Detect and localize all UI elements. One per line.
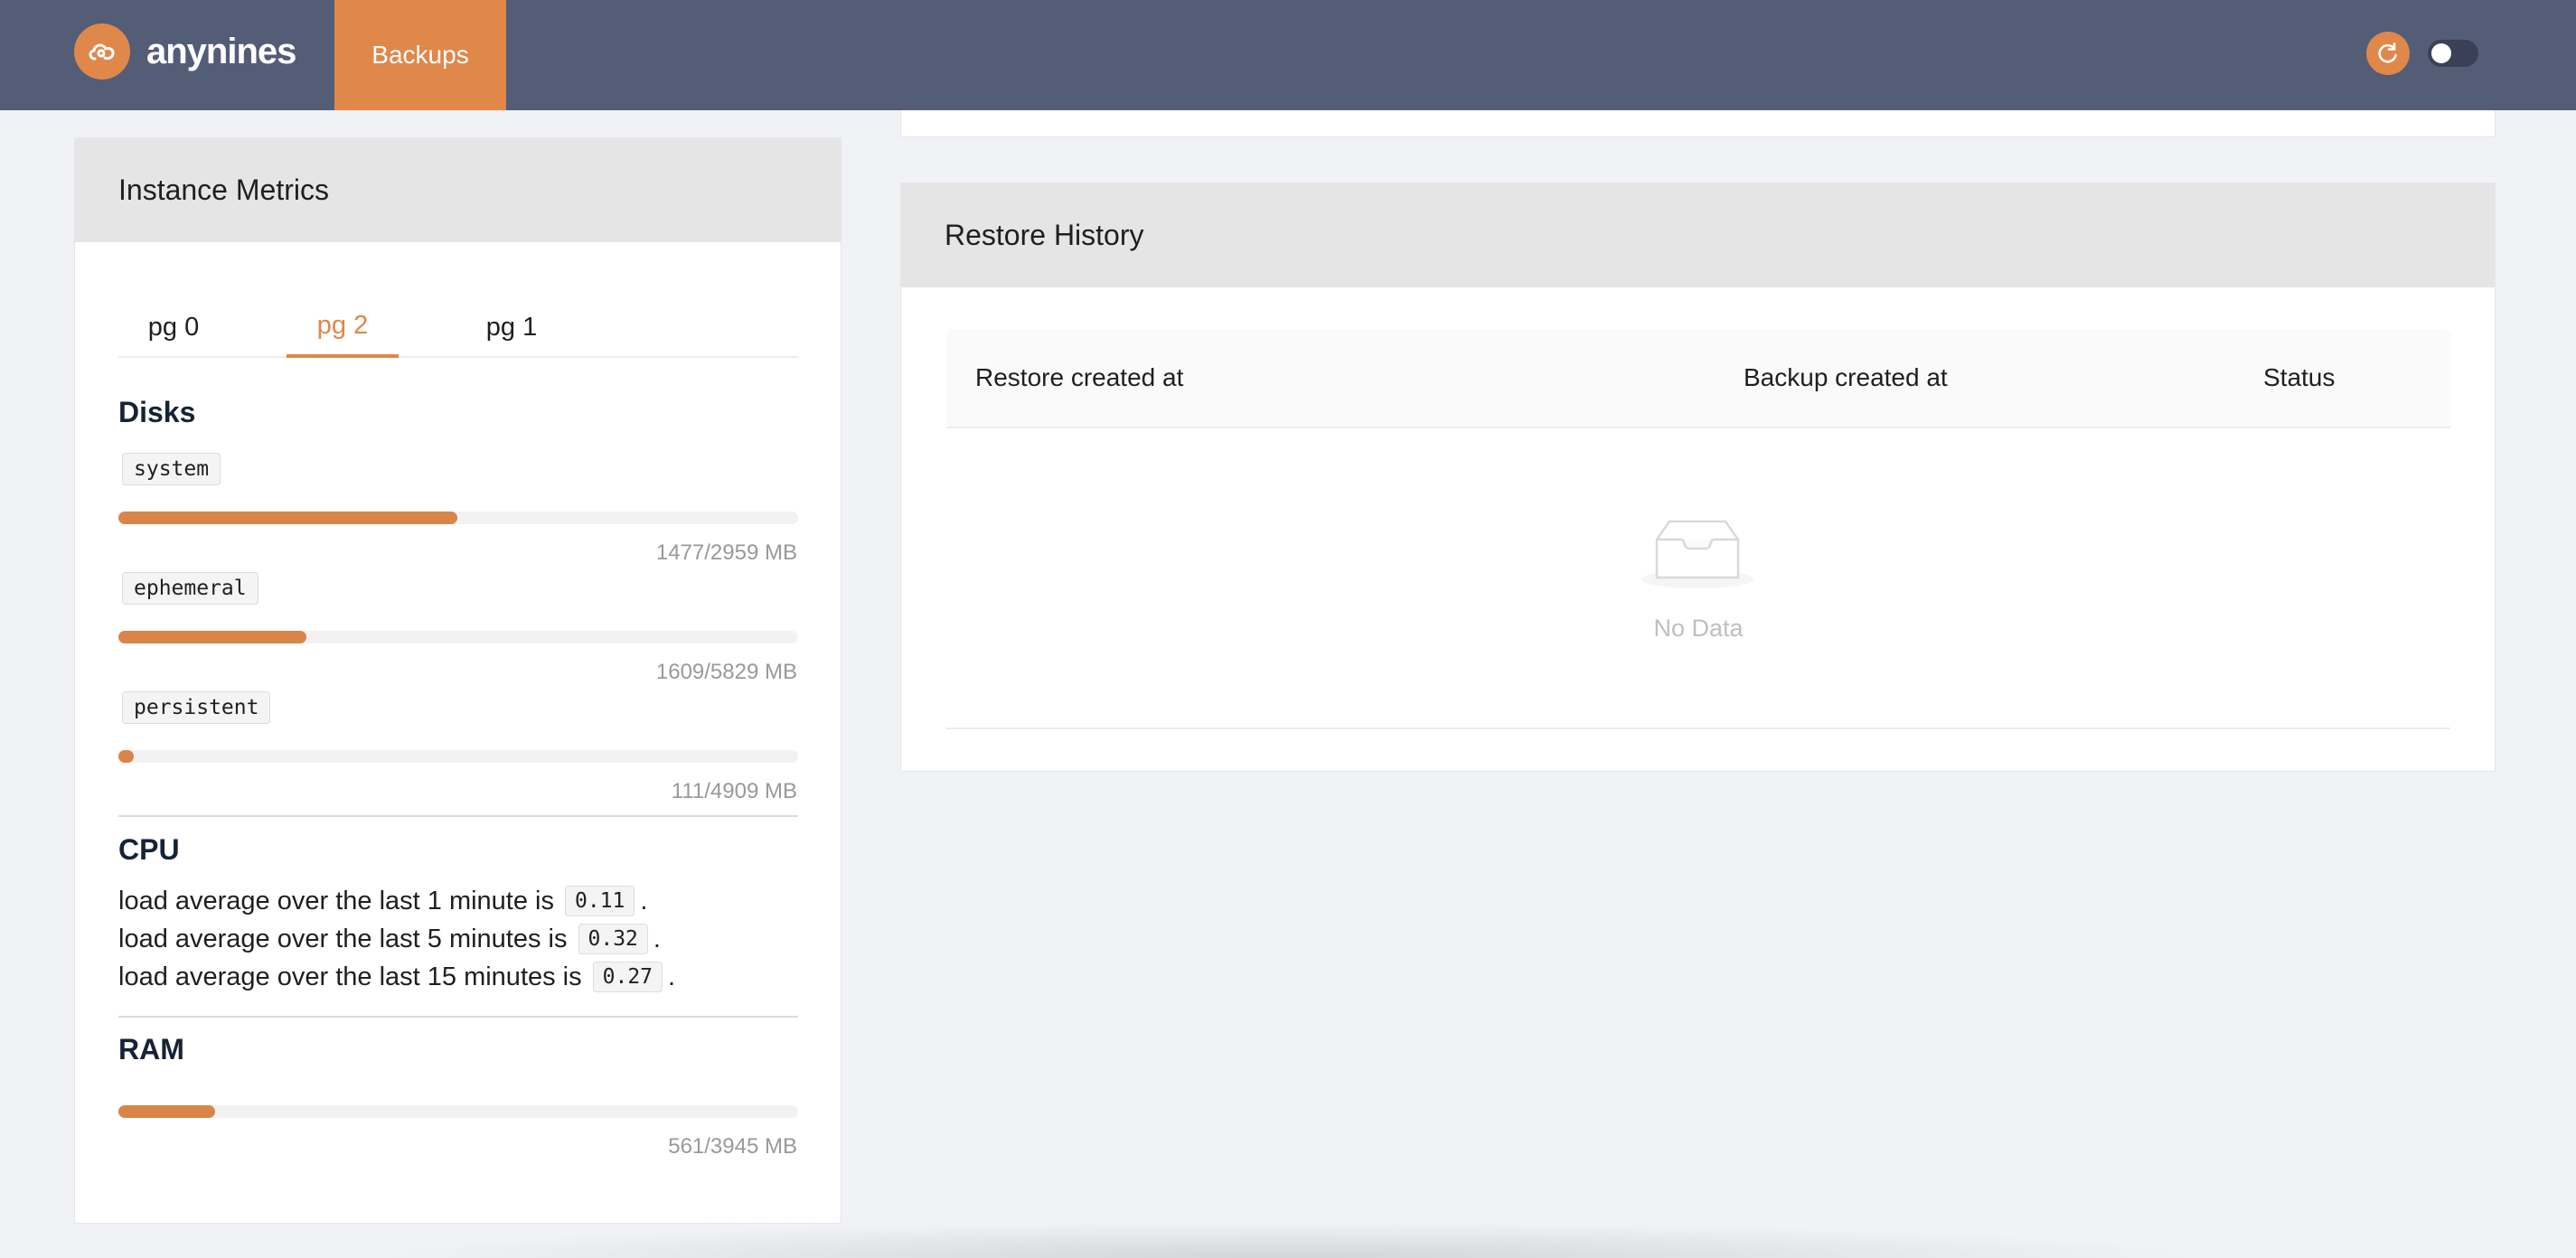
- tab-bar: pg 0 pg 2 pg 1: [118, 296, 798, 358]
- cpu-load-5min: load average over the last 5 minutes is …: [118, 924, 661, 954]
- cpu-heading: CPU: [118, 833, 180, 866]
- section-divider: [118, 815, 798, 817]
- disk-name-ephemeral: ephemeral: [122, 572, 259, 605]
- disk-progress-ephemeral: [118, 631, 798, 643]
- inbox-icon: [1639, 514, 1756, 595]
- tab-pg-0[interactable]: pg 0: [118, 296, 229, 358]
- nav-backups-tab[interactable]: Backups: [334, 0, 506, 110]
- disk-progress-persistent: [118, 750, 798, 763]
- toggle-icon: [2431, 43, 2451, 63]
- tab-pg-2[interactable]: pg 2: [287, 296, 399, 358]
- cpu-load-text: load average over the last 15 minutes is: [118, 962, 582, 991]
- cpu-load-text: load average over the last 5 minutes is: [118, 924, 568, 953]
- column-status[interactable]: Status: [2263, 329, 2335, 427]
- brand-name: anynines: [146, 31, 296, 71]
- cloud-icon: [74, 23, 130, 80]
- empty-text: No Data: [1653, 615, 1744, 642]
- cpu-load-text: load average over the last 1 minute is: [118, 886, 554, 915]
- refresh-icon[interactable]: [2366, 32, 2410, 75]
- tab-pg-1[interactable]: pg 1: [456, 296, 567, 358]
- cpu-load-value: 0.32: [578, 924, 648, 954]
- top-navigation-bar: anynines Backups: [0, 0, 2576, 110]
- ram-progress-fill: [118, 1105, 215, 1118]
- table-header: Restore created at Backup created at Sta…: [946, 329, 2450, 428]
- theme-toggle[interactable]: [2428, 40, 2478, 67]
- ram-heading: RAM: [118, 1033, 184, 1066]
- disks-heading: Disks: [118, 396, 196, 428]
- ram-usage: 561/3945 MB: [668, 1134, 797, 1159]
- cpu-load-suffix: .: [640, 886, 648, 915]
- instance-metrics-card: Instance Metrics pg 0 pg 2 pg 1 Disks sy…: [74, 137, 841, 1224]
- cpu-load-value: 0.27: [592, 962, 663, 992]
- cpu-load-value: 0.11: [565, 886, 635, 916]
- bottom-shadow: [362, 1222, 2214, 1258]
- disk-progress-fill: [118, 512, 458, 524]
- disk-name-persistent: persistent: [122, 691, 271, 724]
- restore-history-card: Restore History Restore created at Backu…: [900, 183, 2496, 772]
- brand-logo[interactable]: anynines: [74, 23, 296, 80]
- disk-usage-system: 1477/2959 MB: [655, 540, 797, 565]
- restore-history-title: Restore History: [901, 183, 2495, 287]
- empty-state: No Data: [946, 428, 2450, 729]
- column-restore-created-at[interactable]: Restore created at: [975, 329, 1183, 427]
- section-divider: [118, 1016, 798, 1018]
- column-backup-created-at[interactable]: Backup created at: [1744, 329, 1948, 427]
- cpu-load-15min: load average over the last 15 minutes is…: [118, 962, 675, 992]
- disk-progress-system: [118, 512, 798, 524]
- cpu-load-suffix: .: [668, 962, 676, 991]
- disk-usage-ephemeral: 1609/5829 MB: [655, 660, 797, 684]
- cpu-load-suffix: .: [653, 924, 661, 953]
- instance-metrics-title: Instance Metrics: [75, 138, 841, 242]
- disk-name-system: system: [122, 453, 221, 485]
- ram-progress: [118, 1105, 798, 1118]
- backups-card-bottom: [900, 110, 2496, 137]
- disk-progress-fill: [118, 750, 134, 763]
- restore-history-table: Restore created at Backup created at Sta…: [946, 329, 2450, 729]
- disk-usage-persistent: 111/4909 MB: [671, 779, 797, 803]
- cpu-load-1min: load average over the last 1 minute is 0…: [118, 886, 647, 916]
- disk-progress-fill: [118, 631, 306, 643]
